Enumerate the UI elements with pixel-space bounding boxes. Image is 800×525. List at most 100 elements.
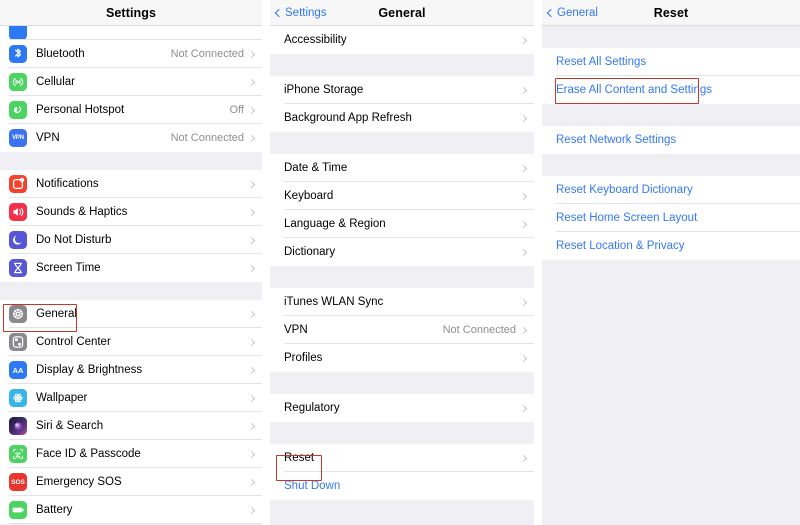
list-item-label: Reset Keyboard Dictionary <box>556 184 693 196</box>
page-title: General <box>378 5 426 20</box>
general-group-locale: Date & Time Keyboard Language & Region D… <box>270 154 534 266</box>
settings-group-alerts: Notifications Sounds & Haptics Do Not Di… <box>0 170 262 282</box>
list-item-label: Reset Location & Privacy <box>556 240 685 252</box>
list-item-erase-all-content-and-settings[interactable]: Erase All Content and Settings <box>542 76 800 104</box>
sidebar-item-general[interactable]: General <box>0 300 262 328</box>
chevron-right-icon <box>247 180 256 188</box>
general-list[interactable]: Accessibility iPhone Storage Background … <box>270 26 534 525</box>
control-center-icon <box>9 333 27 351</box>
back-button-general[interactable]: General <box>546 7 598 19</box>
list-item-label: Reset All Settings <box>556 56 647 68</box>
group-spacer <box>542 154 800 176</box>
personal-hotspot-icon <box>9 101 27 119</box>
sidebar-item-screen-time[interactable]: Screen Time <box>0 254 262 282</box>
general-group-accessibility: Accessibility <box>270 26 534 54</box>
sidebar-item-label: Do Not Disturb <box>36 234 112 246</box>
sidebar-item-cellular[interactable]: Cellular <box>0 68 262 96</box>
sounds-haptics-icon <box>9 203 27 221</box>
list-item-reset-location-privacy[interactable]: Reset Location & Privacy <box>542 232 800 260</box>
list-item-date-time[interactable]: Date & Time <box>270 154 534 182</box>
list-item-profiles[interactable]: Profiles <box>270 344 534 372</box>
group-spacer <box>542 26 800 48</box>
list-item-label: Profiles <box>284 352 323 364</box>
list-item-label: Keyboard <box>284 190 334 202</box>
chevron-right-icon <box>247 422 256 430</box>
chevron-right-icon <box>519 326 528 334</box>
list-item-reset-keyboard-dictionary[interactable]: Reset Keyboard Dictionary <box>542 176 800 204</box>
chevron-right-icon <box>519 192 528 200</box>
sidebar-item-do-not-disturb[interactable]: Do Not Disturb <box>0 226 262 254</box>
list-item-label: VPN <box>284 324 308 336</box>
sidebar-item-personal-hotspot[interactable]: Personal Hotspot Off <box>0 96 262 124</box>
group-spacer <box>270 132 534 154</box>
list-item-label: Reset <box>284 452 315 464</box>
sidebar-item-value: Off <box>229 104 244 116</box>
list-item-background-app-refresh[interactable]: Background App Refresh <box>270 104 534 132</box>
list-item-label: Erase All Content and Settings <box>556 84 712 96</box>
list-item-label: Dictionary <box>284 246 336 258</box>
group-spacer <box>0 152 262 170</box>
sidebar-item-label: Personal Hotspot <box>36 104 125 116</box>
list-item-accessibility[interactable]: Accessibility <box>270 26 534 54</box>
sidebar-item-face-id-passcode[interactable]: Face ID & Passcode <box>0 440 262 468</box>
settings-list[interactable]: Bluetooth Not Connected Cellular Persona… <box>0 26 262 525</box>
sidebar-item-battery[interactable]: Battery <box>0 496 262 524</box>
reset-list[interactable]: Reset All Settings Erase All Content and… <box>542 26 800 525</box>
chevron-right-icon <box>247 106 256 114</box>
sidebar-item-notifications[interactable]: Notifications <box>0 170 262 198</box>
list-item-keyboard[interactable]: Keyboard <box>270 182 534 210</box>
page-title: Settings <box>105 5 157 20</box>
page-title: Reset <box>653 5 689 20</box>
sidebar-item-wallpaper[interactable]: Wallpaper <box>0 384 262 412</box>
chevron-right-icon <box>519 114 528 122</box>
list-item-reset-home-screen-layout[interactable]: Reset Home Screen Layout <box>542 204 800 232</box>
sidebar-item-control-center[interactable]: Control Center <box>0 328 262 356</box>
list-item-regulatory[interactable]: Regulatory <box>270 394 534 422</box>
notifications-icon <box>9 175 27 193</box>
list-item-reset-network-settings[interactable]: Reset Network Settings <box>542 126 800 154</box>
chevron-right-icon <box>247 506 256 514</box>
list-item-vpn[interactable]: VPN Not Connected <box>270 316 534 344</box>
chevron-right-icon <box>247 208 256 216</box>
general-icon <box>9 305 27 323</box>
list-item-iphone-storage[interactable]: iPhone Storage <box>270 76 534 104</box>
reset-group-network: Reset Network Settings <box>542 126 800 154</box>
wallpaper-icon <box>9 389 27 407</box>
sidebar-item-label: General <box>36 308 77 320</box>
sidebar-item-label: Bluetooth <box>36 48 85 60</box>
sidebar-item-label: Wallpaper <box>36 392 88 404</box>
chevron-right-icon <box>247 134 256 142</box>
sidebar-item-display-brightness[interactable]: AA Display & Brightness <box>0 356 262 384</box>
group-spacer <box>542 104 800 126</box>
settings-group-system: General Control Center AA Display & Brig… <box>0 300 262 524</box>
siri-search-icon <box>9 417 27 435</box>
sidebar-item-emergency-sos[interactable]: SOS Emergency SOS <box>0 468 262 496</box>
panel-reset: General Reset Reset All Settings Erase A… <box>542 0 800 525</box>
sidebar-item-bluetooth[interactable]: Bluetooth Not Connected <box>0 40 262 68</box>
sidebar-item-label: Battery <box>36 504 73 516</box>
list-item-reset[interactable]: Reset <box>270 444 534 472</box>
list-item-label: iPhone Storage <box>284 84 364 96</box>
list-item-itunes-wlan-sync[interactable]: iTunes WLAN Sync <box>270 288 534 316</box>
bluetooth-icon <box>9 45 27 63</box>
back-button-settings[interactable]: Settings <box>274 7 327 19</box>
chevron-right-icon <box>519 298 528 306</box>
sidebar-item-sounds-haptics[interactable]: Sounds & Haptics <box>0 198 262 226</box>
list-item-shut-down[interactable]: Shut Down <box>270 472 534 500</box>
sidebar-item-siri-search[interactable]: Siri & Search <box>0 412 262 440</box>
list-item-dictionary[interactable]: Dictionary <box>270 238 534 266</box>
sidebar-item-partial[interactable] <box>0 26 262 40</box>
sidebar-item-value: Not Connected <box>170 132 244 144</box>
do-not-disturb-icon <box>9 231 27 249</box>
group-spacer <box>270 54 534 76</box>
reset-group-primary: Reset All Settings Erase All Content and… <box>542 48 800 104</box>
group-spacer <box>542 260 800 500</box>
list-item-language-region[interactable]: Language & Region <box>270 210 534 238</box>
sidebar-item-label: Screen Time <box>36 262 101 274</box>
chevron-right-icon <box>247 50 256 58</box>
chevron-right-icon <box>519 354 528 362</box>
list-item-reset-all-settings[interactable]: Reset All Settings <box>542 48 800 76</box>
chevron-left-icon <box>546 8 556 17</box>
sidebar-item-vpn[interactable]: VPN VPN Not Connected <box>0 124 262 152</box>
chevron-right-icon <box>519 454 528 462</box>
